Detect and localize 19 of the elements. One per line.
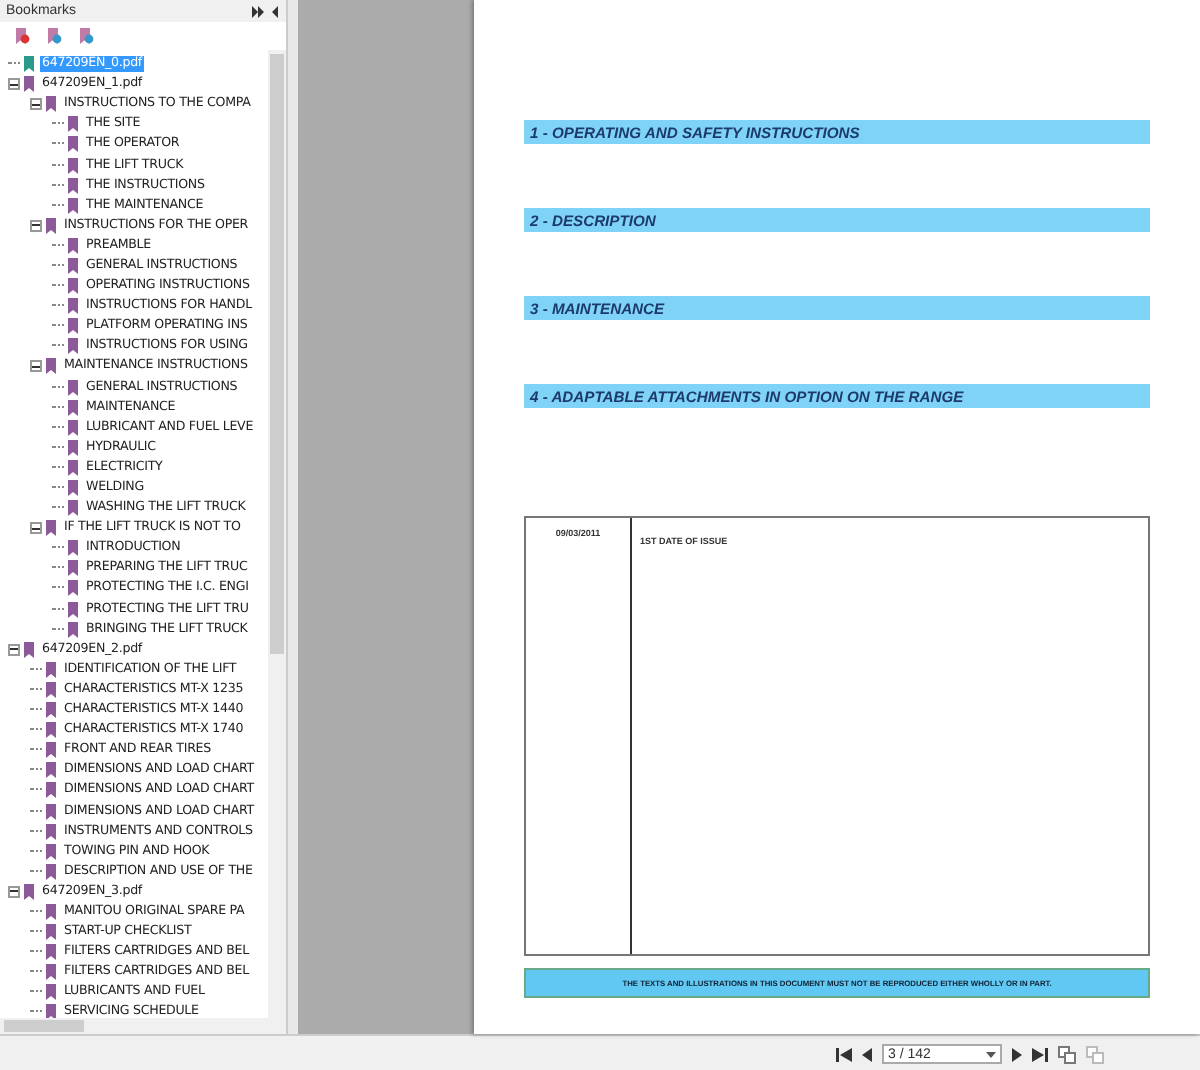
view-mode-button[interactable]	[1058, 1045, 1076, 1063]
collapse-toggle[interactable]	[30, 219, 42, 232]
collapse-toggle[interactable]	[8, 885, 20, 898]
collapse-toggle[interactable]	[8, 643, 20, 656]
collapse-toggle[interactable]	[30, 360, 42, 373]
next-page-button[interactable]	[1012, 1047, 1022, 1061]
vertical-scrollbar[interactable]	[268, 50, 286, 1018]
dropdown-arrow-icon	[986, 1051, 996, 1057]
collapse-toggle[interactable]	[30, 522, 42, 535]
horizontal-scrollbar[interactable]	[0, 1018, 286, 1034]
first-page-button[interactable]	[836, 1047, 852, 1061]
previous-page-button[interactable]	[862, 1047, 872, 1061]
collapse-toggle[interactable]	[30, 98, 42, 111]
bookmark-tool-icon[interactable]	[78, 27, 94, 45]
bookmark-tool-icon[interactable]	[46, 27, 62, 45]
bookmark-tool-icon[interactable]	[14, 27, 30, 45]
last-page-button[interactable]	[1032, 1047, 1048, 1061]
collapse-toggle[interactable]	[8, 78, 20, 91]
collapse-panel-icon[interactable]	[252, 5, 280, 17]
